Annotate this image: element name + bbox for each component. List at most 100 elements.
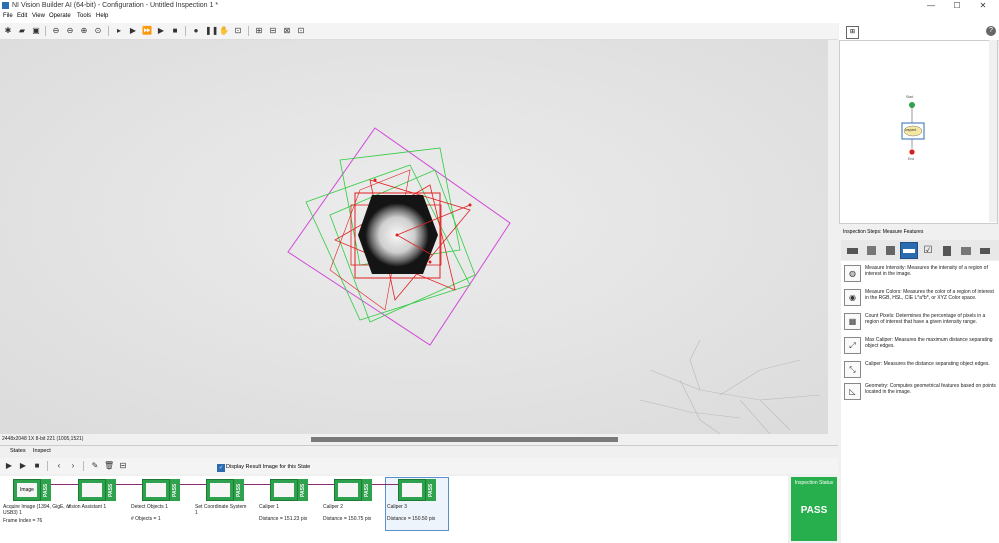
save-icon[interactable]: ▣ <box>31 26 41 36</box>
enhance-images-tab-icon[interactable] <box>862 242 880 259</box>
edit-step-icon[interactable]: ✎ <box>90 461 100 471</box>
start-node[interactable] <box>909 102 915 108</box>
acquire-images-tab-icon[interactable] <box>843 242 861 259</box>
step-result: Distance = 150.50 pix <box>387 516 436 522</box>
step-description: Geometry: Computes geometrical features … <box>865 383 996 395</box>
tab-states[interactable]: States <box>10 448 26 454</box>
inspection-status-value: PASS <box>800 505 828 516</box>
step-label: Set Coordinate System <box>195 504 247 510</box>
state-diagram-icon[interactable]: ⊞ <box>846 26 859 39</box>
viewer-vertical-scrollbar[interactable] <box>828 40 837 434</box>
run-continuous-icon[interactable]: ⏩ <box>142 26 152 36</box>
step-settings-icon[interactable]: ⊟ <box>118 461 128 471</box>
step-card-detect-objects[interactable]: PASS <box>142 479 182 501</box>
locate-features-tab-icon[interactable] <box>881 242 899 259</box>
pass-badge: PASS <box>170 479 180 501</box>
caliper-icon: ⤡ <box>844 361 861 378</box>
menu-tools[interactable]: Tools <box>77 13 91 19</box>
minimize-button[interactable]: — <box>918 1 944 11</box>
step-thumbnail <box>142 479 170 501</box>
end-label: End <box>908 157 915 161</box>
step-result: Frame Index = 76 <box>3 518 43 524</box>
app-icon <box>2 2 9 9</box>
tab-inspect[interactable]: Inspect <box>33 448 51 454</box>
help-icon[interactable]: ? <box>986 26 996 36</box>
hand-icon[interactable]: ✋ <box>219 26 229 36</box>
step-card-caliper-2[interactable]: PASS <box>334 479 374 501</box>
step-label: Caliper 2 <box>323 504 344 510</box>
viewer-scroll-thumb[interactable] <box>311 437 618 442</box>
main-toolbar: ✱ ▰ ▣ ⊖ ⊖ ⊕ ⊙ ▸ ▶ ⏩ ▶ ■ ● ❚❚ ✋ ⊡ ⊞ ⊟ ⊠ ⊡ <box>0 23 838 40</box>
roi-remove-icon[interactable]: ⊡ <box>296 26 306 36</box>
roi-tool-icon[interactable]: ⊞ <box>254 26 264 36</box>
step-card-acquire-image[interactable]: Image PASS <box>13 479 53 501</box>
run-step-icon[interactable]: ▶ <box>156 26 166 36</box>
geometry-icon: ◺ <box>844 383 861 400</box>
roi-move-icon[interactable]: ⊠ <box>282 26 292 36</box>
toolbar-separator <box>45 26 46 36</box>
roi-edit-icon[interactable]: ⊟ <box>268 26 278 36</box>
open-icon[interactable]: ▰ <box>17 26 27 36</box>
menu-view[interactable]: View <box>32 13 45 19</box>
step-description: Max Caliper: Measures the maximum distan… <box>865 337 993 349</box>
inspection-steps-header: Inspection Steps: Measure Features <box>843 229 924 235</box>
state-diagram[interactable]: Start Inspect End <box>839 40 998 224</box>
run-icon[interactable]: ▶ <box>18 461 28 471</box>
menu-operate[interactable]: Operate <box>49 13 71 19</box>
identify-parts-tab-icon[interactable] <box>938 242 956 259</box>
previous-icon[interactable]: ‹ <box>54 461 64 471</box>
menu-file[interactable]: File <box>3 13 13 19</box>
step-thumbnail <box>334 479 362 501</box>
check-features-tab-icon[interactable]: ☑ <box>919 242 937 259</box>
display-result-checkbox[interactable]: ✓ <box>217 464 225 472</box>
toolbar-separator <box>83 461 84 471</box>
step-description: Measure Intensity: Measures the intensit… <box>865 265 988 277</box>
zoom-out-icon[interactable]: ⊖ <box>65 26 75 36</box>
maximize-button[interactable]: ☐ <box>944 1 970 11</box>
state-diagram-scrollbar[interactable] <box>989 40 997 222</box>
close-button[interactable]: ✕ <box>970 1 996 11</box>
pause-icon[interactable]: ❚❚ <box>205 26 218 36</box>
start-label: Start <box>906 95 914 99</box>
use-additional-tools-tab-icon[interactable] <box>957 242 975 259</box>
inspection-image <box>0 40 828 434</box>
zoom-fit-icon[interactable]: ⊖ <box>51 26 61 36</box>
step-card-set-coordinate-system[interactable]: PASS <box>206 479 246 501</box>
run-once-icon[interactable]: ▸ <box>114 26 124 36</box>
detect-objects-icon <box>146 483 166 497</box>
bottom-tab-bar: States Inspect <box>0 445 838 457</box>
run-step-icon[interactable]: ▶ <box>4 461 14 471</box>
run-icon[interactable]: ▶ <box>128 26 138 36</box>
delete-step-icon[interactable]: 🗑 <box>104 461 114 471</box>
menu-help[interactable]: Help <box>96 13 108 19</box>
image-viewer[interactable] <box>0 40 828 434</box>
zoom-in-icon[interactable]: ⊕ <box>79 26 89 36</box>
stop-icon[interactable]: ■ <box>32 461 42 471</box>
end-node[interactable] <box>908 148 916 156</box>
inspection-toolbar: ▶ ▶ ■ ‹ › ✎ 🗑 ⊟ <box>0 458 838 474</box>
inspect-label: Inspect <box>905 128 917 132</box>
new-icon[interactable]: ✱ <box>3 26 13 36</box>
stop-icon[interactable]: ■ <box>170 26 180 36</box>
measure-features-tab-icon[interactable] <box>900 242 918 259</box>
step-result: Distance = 150.75 pix <box>323 516 372 522</box>
pass-badge: PASS <box>426 479 436 501</box>
step-card-vision-assistant[interactable]: PASS <box>78 479 118 501</box>
communication-tab-icon[interactable] <box>976 242 994 259</box>
vision-assistant-icon <box>82 483 102 497</box>
step-card-caliper-1[interactable]: PASS <box>270 479 310 501</box>
menu-edit[interactable]: Edit <box>17 13 27 19</box>
lock-icon[interactable]: ⊡ <box>233 26 243 36</box>
toolbar-separator <box>185 26 186 36</box>
pass-badge: PASS <box>362 479 372 501</box>
next-icon[interactable]: › <box>68 461 78 471</box>
step-label: Caliper 3 <box>387 504 408 510</box>
zoom-actual-icon[interactable]: ⊙ <box>93 26 103 36</box>
breakpoint-icon[interactable]: ● <box>191 26 201 36</box>
toolbar-separator <box>108 26 109 36</box>
inspection-status-title: Inspection Status <box>794 480 834 486</box>
pass-badge: PASS <box>41 479 51 501</box>
step-card-caliper-3[interactable]: PASS <box>398 479 438 501</box>
pass-badge: PASS <box>234 479 244 501</box>
step-description: Measure Colors: Measures the color of a … <box>865 289 994 301</box>
